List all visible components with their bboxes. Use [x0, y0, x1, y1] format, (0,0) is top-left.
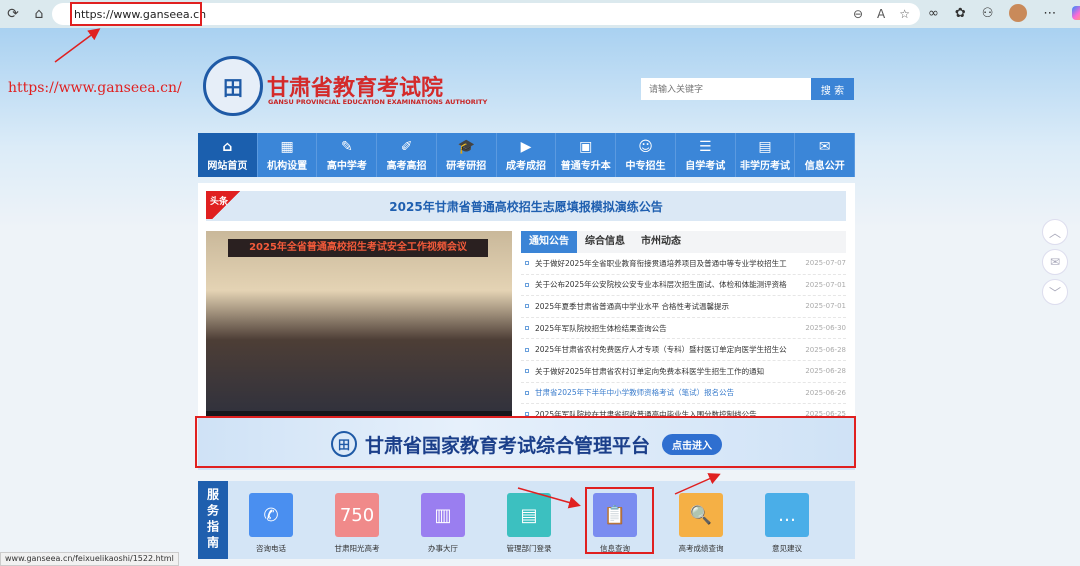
annotation-arrows: [54, 28, 721, 509]
status-bar-url: www.ganseea.cn/feixuelikaoshi/1522.html: [0, 552, 179, 566]
